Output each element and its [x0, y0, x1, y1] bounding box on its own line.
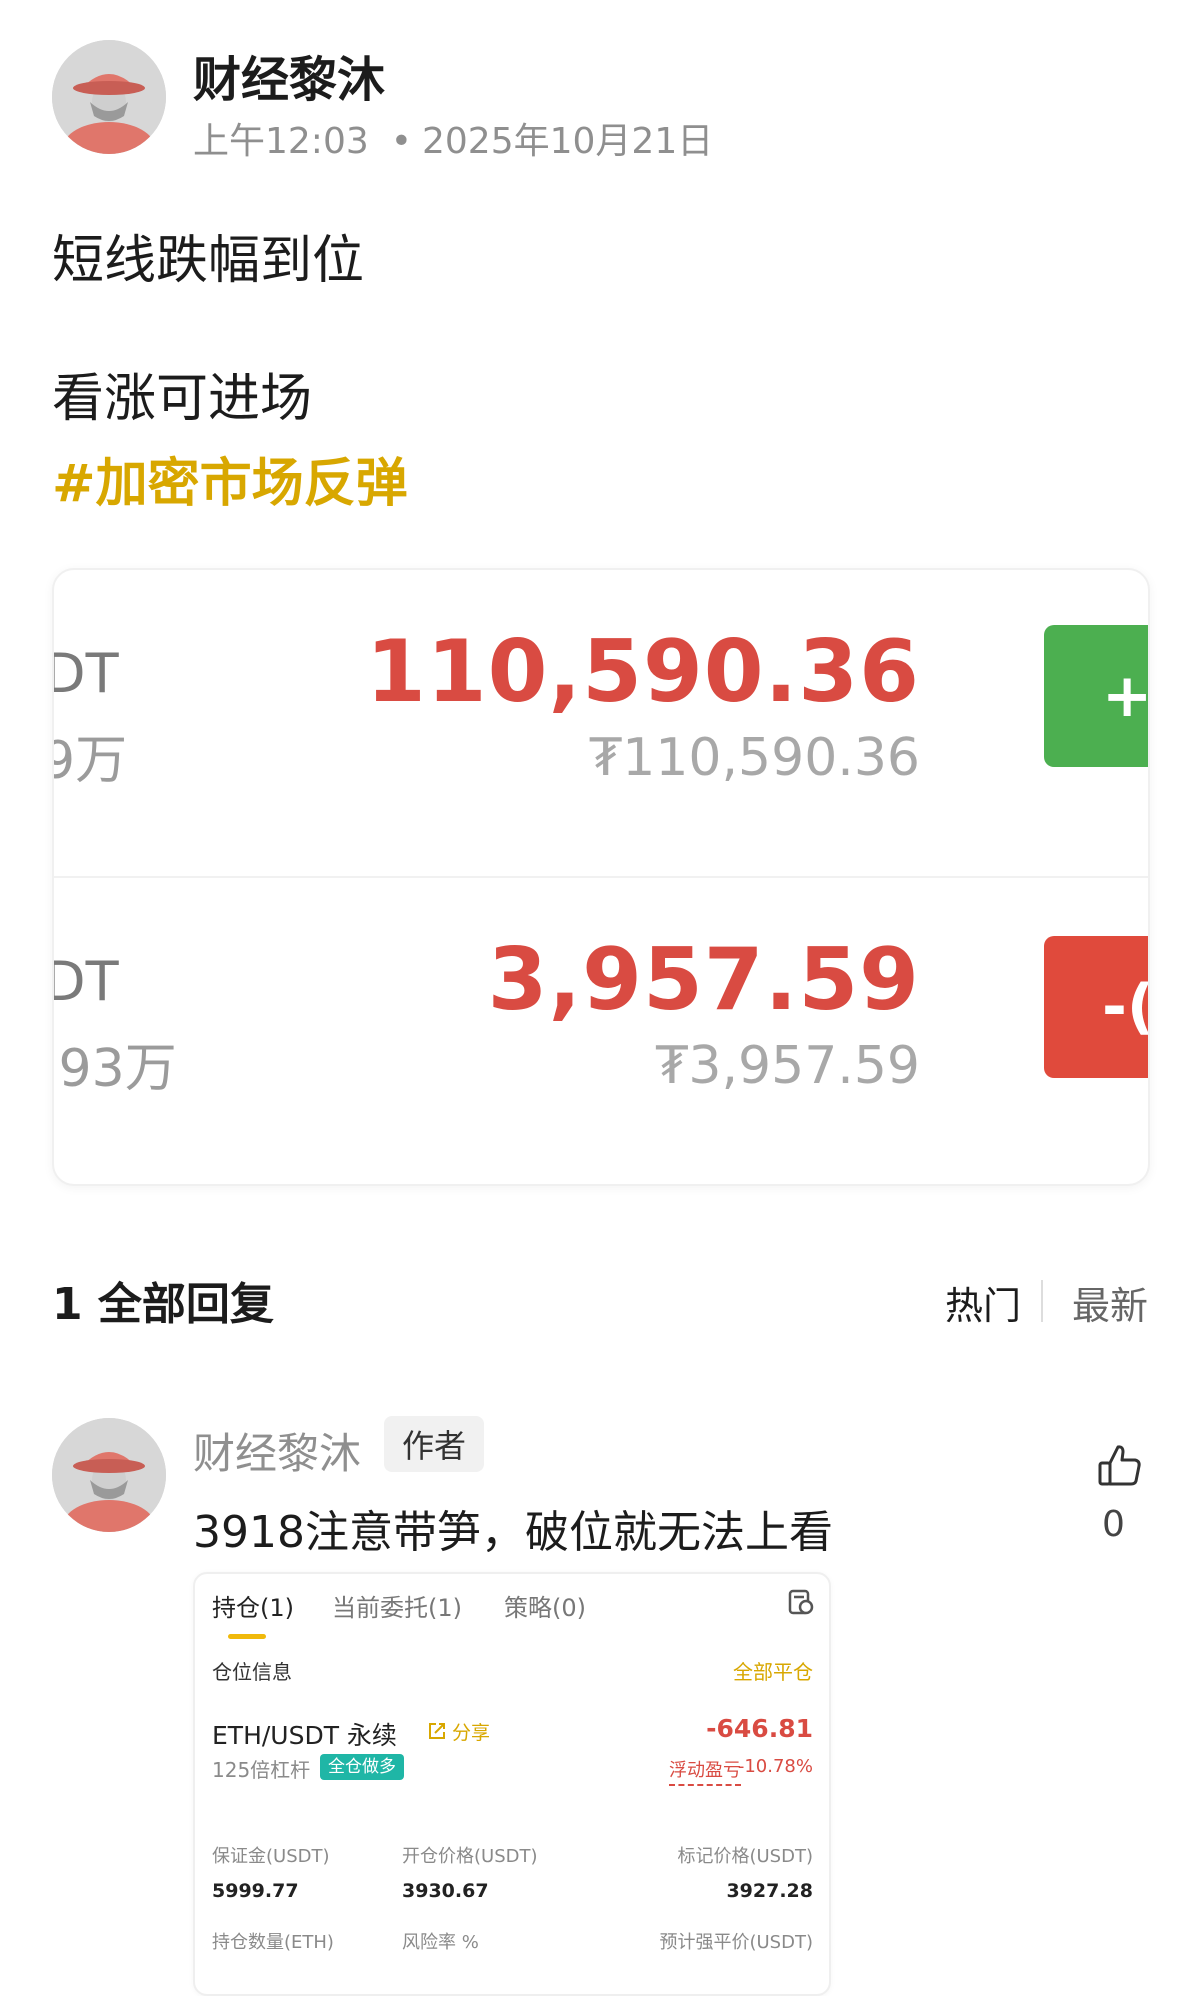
position-screenshot[interactable]: 持仓(1) 当前委托(1) 策略(0) 仓位信息 全部平仓 ETH/USDT 永… [193, 1572, 831, 1996]
post-text-line-2: 看涨可进场 [52, 369, 313, 429]
trading-pair: ETH/USDT 永续 [212, 1721, 397, 1750]
replies-count: 1 全部回复 [52, 1279, 274, 1330]
change-badge-down[interactable]: -( [1044, 936, 1148, 1078]
close-all-button[interactable]: 全部平仓 [733, 1656, 813, 1685]
author-name[interactable]: 财经黎沐 [193, 40, 385, 110]
field-value: 3927.28 [726, 1880, 813, 1902]
share-icon[interactable] [427, 1721, 447, 1741]
ticker-volume: .93万 [52, 1039, 177, 1099]
field-label: 风险率 % [402, 1932, 479, 1953]
reply-author-name[interactable]: 财经黎沐 [193, 1420, 361, 1481]
author-avatar[interactable] [52, 40, 166, 154]
unrealized-pnl: -646.81 [706, 1714, 813, 1743]
floating-pnl-percent: -10.78% [737, 1756, 813, 1777]
field-label: 标记价格(USDT) [677, 1846, 813, 1867]
avatar-image [52, 40, 166, 154]
post-date: 2025年10月21日 [421, 121, 714, 162]
calculator-icon[interactable] [787, 1588, 815, 1616]
ticker-price-cny: ₮3,957.59 [655, 1036, 920, 1096]
field-label: 预计强平价(USDT) [659, 1932, 813, 1953]
post-text-line-1: 短线跌幅到位 [52, 231, 365, 291]
share-link[interactable]: 分享 [452, 1718, 490, 1745]
ticker-row-btc[interactable]: DT 9万 110,590.36 ₮110,590.36 + [54, 570, 1148, 876]
like-count: 0 [1102, 1504, 1125, 1545]
post-meta: 上午12:03 • 2025年10月21日 [193, 112, 713, 164]
ticker-price: 110,590.36 [365, 622, 920, 722]
reply-text: 3918注意带笋，破位就无法上看 [193, 1507, 833, 1558]
field-label: 保证金(USDT) [212, 1846, 330, 1867]
section-title: 仓位信息 [212, 1660, 292, 1684]
active-tab-indicator [228, 1634, 266, 1639]
tab-strategies[interactable]: 策略(0) [504, 1588, 586, 1623]
change-badge-up[interactable]: + [1044, 625, 1148, 767]
field-value: 5999.77 [212, 1880, 299, 1902]
tab-positions[interactable]: 持仓(1) [212, 1588, 294, 1623]
margin-mode-badge: 全仓做多 [320, 1754, 404, 1780]
ticker-price: 3,957.59 [487, 930, 920, 1030]
hashtag-link[interactable]: #加密市场反弹 [52, 441, 408, 516]
leverage-label: 125倍杠杆 [212, 1758, 311, 1782]
sort-latest-tab[interactable]: 最新 [1072, 1275, 1148, 1330]
floating-pnl-label: 浮动盈亏 [669, 1756, 741, 1786]
reply-author-avatar[interactable] [52, 1418, 166, 1532]
field-label: 持仓数量(ETH) [212, 1932, 334, 1953]
post-time: 上午12:03 [193, 121, 369, 162]
tab-open-orders[interactable]: 当前委托(1) [332, 1588, 462, 1623]
ticker-row-eth[interactable]: DT .93万 3,957.59 ₮3,957.59 -( [54, 878, 1148, 1184]
field-label: 开仓价格(USDT) [402, 1846, 538, 1867]
thumbs-up-icon[interactable] [1096, 1441, 1144, 1489]
sort-hot-tab[interactable]: 热门 [945, 1275, 1021, 1330]
meta-separator: • [390, 121, 412, 162]
sort-divider [1041, 1280, 1043, 1322]
avatar-image [52, 1418, 166, 1532]
ticker-symbol: DT [54, 950, 119, 1013]
field-value: 3930.67 [402, 1880, 489, 1902]
ticker-price-cny: ₮110,590.36 [589, 728, 920, 788]
ticker-symbol: DT [54, 642, 119, 705]
ticker-volume: 9万 [54, 731, 128, 791]
ticker-card: DT 9万 110,590.36 ₮110,590.36 + DT .93万 3… [52, 568, 1150, 1186]
author-badge: 作者 [384, 1416, 484, 1472]
